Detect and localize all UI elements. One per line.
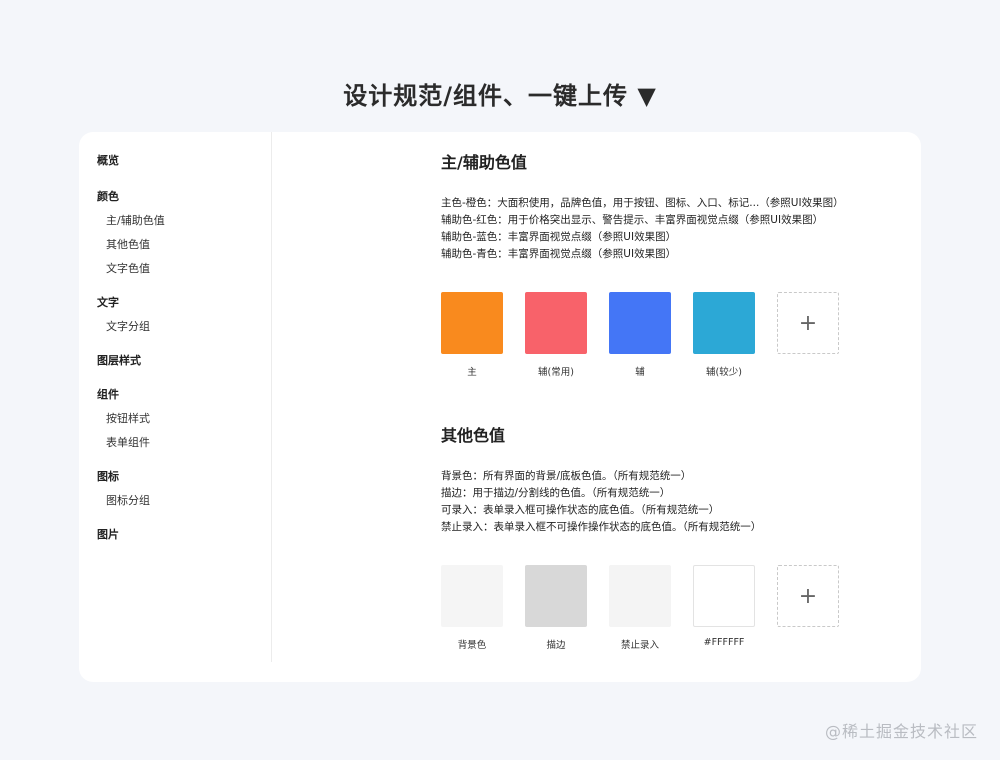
swatch-label: 辅 <box>635 367 645 378</box>
sidebar-item-text-colors[interactable]: 文字色值 <box>79 257 271 281</box>
content-card: 概览 颜色 主/辅助色值 其他色值 文字色值 文字 文字分组 图层样式 组件 按… <box>79 132 921 682</box>
description-line: 可录入：表单录入框可操作状态的底色值。（所有规范统一） <box>441 504 720 516</box>
swatch-white[interactable]: #FFFFFF <box>693 565 755 651</box>
nav-group-images: 图片 <box>79 523 271 547</box>
add-swatch-button-other[interactable]: + <box>777 565 839 651</box>
swatch-background[interactable]: 背景色 <box>441 565 503 651</box>
nav-group-layer-styles: 图层样式 <box>79 349 271 373</box>
description-line: 辅助色-青色：丰富界面视觉点缀（参照UI效果图） <box>441 248 677 260</box>
nav-heading-overview[interactable]: 概览 <box>79 149 271 173</box>
sidebar-item-form-components[interactable]: 表单组件 <box>79 431 271 455</box>
swatch-disabled-input[interactable]: 禁止录入 <box>609 565 671 651</box>
sidebar-item-other-colors[interactable]: 其他色值 <box>79 233 271 257</box>
sidebar-nav: 概览 颜色 主/辅助色值 其他色值 文字色值 文字 文字分组 图层样式 组件 按… <box>79 132 272 662</box>
other-swatch-row: 背景色 描边 禁止录入 #FFFFFF + <box>441 565 839 651</box>
color-box[interactable] <box>693 565 755 627</box>
description-line: 禁止录入：表单录入框不可操作操作状态的底色值。（所有规范统一） <box>441 521 762 533</box>
nav-group-overview: 概览 <box>79 149 271 173</box>
swatch-aux-blue[interactable]: 辅 <box>609 292 671 378</box>
other-colors-section: 其他色值 背景色：所有界面的背景/底板色值。（所有规范统一） 描边：用于描边/分… <box>441 422 839 651</box>
color-box[interactable] <box>609 292 671 354</box>
color-box[interactable] <box>441 292 503 354</box>
watermark: @稀土掘金技术社区 <box>824 722 978 741</box>
swatch-primary-orange[interactable]: 主 <box>441 292 503 378</box>
description-line: 描边：用于描边/分割线的色值。（所有规范统一） <box>441 487 671 499</box>
swatch-stroke[interactable]: 描边 <box>525 565 587 651</box>
swatch-aux-cyan[interactable]: 辅(较少) <box>693 292 755 378</box>
sidebar-item-primary-colors[interactable]: 主/辅助色值 <box>79 209 271 233</box>
nav-heading-colors[interactable]: 颜色 <box>79 185 271 209</box>
swatch-aux-red[interactable]: 辅(常用) <box>525 292 587 378</box>
nav-group-components: 组件 按钮样式 表单组件 <box>79 383 271 455</box>
color-box[interactable] <box>441 565 503 627</box>
nav-heading-components[interactable]: 组件 <box>79 383 271 407</box>
description-line: 辅助色-红色：用于价格突出显示、警告提示、丰富界面视觉点缀（参照UI效果图） <box>441 214 824 226</box>
description-line: 辅助色-蓝色：丰富界面视觉点缀（参照UI效果图） <box>441 231 677 243</box>
sidebar-item-text-groups[interactable]: 文字分组 <box>79 315 271 339</box>
add-swatch-button-primary[interactable]: + <box>777 292 839 378</box>
swatch-label: 背景色 <box>457 640 487 651</box>
plus-icon[interactable]: + <box>777 292 839 354</box>
other-description: 背景色：所有界面的背景/底板色值。（所有规范统一） 描边：用于描边/分割线的色值… <box>441 468 839 536</box>
nav-heading-icons[interactable]: 图标 <box>79 465 271 489</box>
swatch-label: 描边 <box>546 640 566 651</box>
nav-heading-images[interactable]: 图片 <box>79 523 271 547</box>
description-line: 背景色：所有界面的背景/底板色值。（所有规范统一） <box>441 470 692 482</box>
nav-group-text: 文字 文字分组 <box>79 291 271 339</box>
nav-heading-layer-styles[interactable]: 图层样式 <box>79 349 271 373</box>
nav-group-colors: 颜色 主/辅助色值 其他色值 文字色值 <box>79 185 271 281</box>
swatch-label: 主 <box>467 367 477 378</box>
plus-icon[interactable]: + <box>777 565 839 627</box>
sidebar-item-button-styles[interactable]: 按钮样式 <box>79 407 271 431</box>
swatch-label: 辅(常用) <box>538 367 574 378</box>
primary-description: 主色-橙色：大面积使用，品牌色值，用于按钮、图标、入口、标记...（参照UI效果… <box>441 195 844 263</box>
swatch-label: #FFFFFF <box>703 637 745 648</box>
sidebar-item-icon-groups[interactable]: 图标分组 <box>79 489 271 513</box>
color-box[interactable] <box>693 292 755 354</box>
description-line: 主色-橙色：大面积使用，品牌色值，用于按钮、图标、入口、标记...（参照UI效果… <box>441 197 844 209</box>
color-box[interactable] <box>609 565 671 627</box>
section-title-other: 其他色值 <box>441 426 506 445</box>
section-title-primary: 主/辅助色值 <box>441 153 527 172</box>
primary-swatch-row: 主 辅(常用) 辅 辅(较少) + <box>441 292 844 378</box>
swatch-label: 辅(较少) <box>706 367 742 378</box>
nav-heading-text[interactable]: 文字 <box>79 291 271 315</box>
primary-colors-section: 主/辅助色值 主色-橙色：大面积使用，品牌色值，用于按钮、图标、入口、标记...… <box>441 149 844 378</box>
color-box[interactable] <box>525 565 587 627</box>
page-title[interactable]: 设计规范/组件、一键上传 ▼ <box>0 76 1000 111</box>
color-box[interactable] <box>525 292 587 354</box>
nav-group-icons: 图标 图标分组 <box>79 465 271 513</box>
swatch-label: 禁止录入 <box>620 640 659 651</box>
